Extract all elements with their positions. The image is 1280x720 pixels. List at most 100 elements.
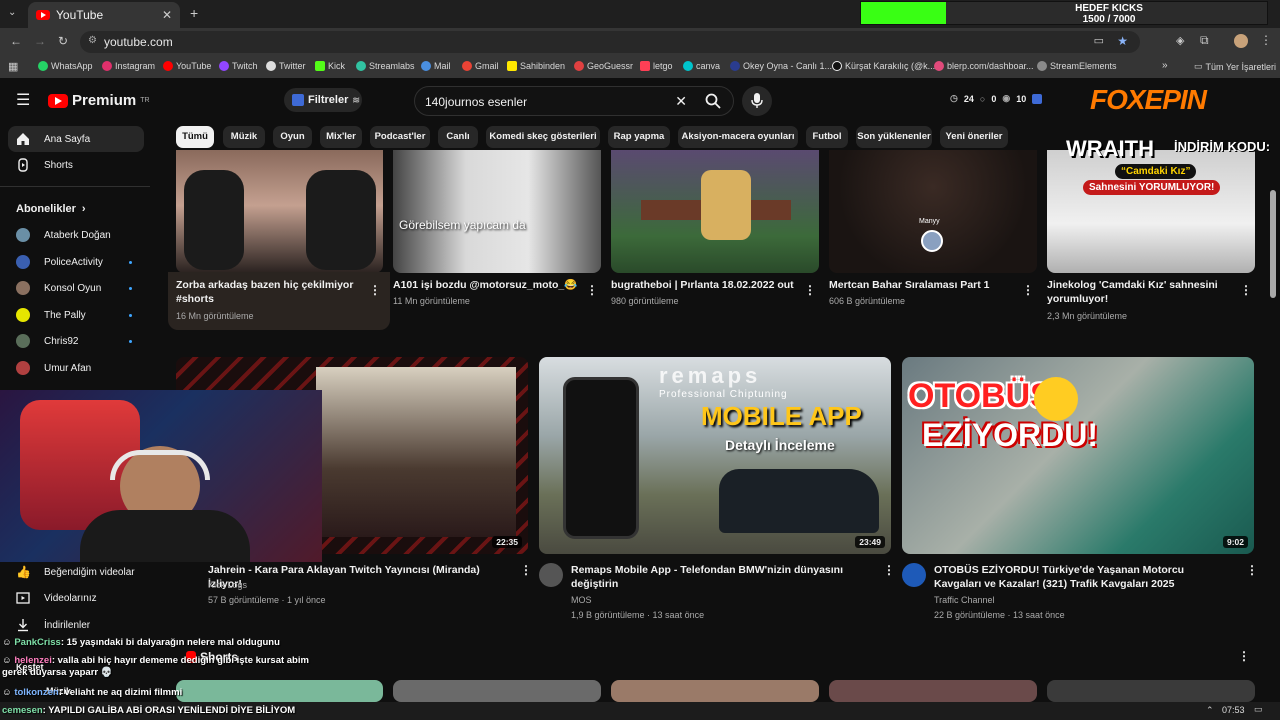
- bookmark-okey[interactable]: Okey Oyna - Canlı 1...: [730, 61, 832, 71]
- sidebar-sub-1[interactable]: Ataberk Doğan: [8, 222, 144, 248]
- taskbar-clock[interactable]: 07:53: [1222, 705, 1245, 715]
- video-thumbnail-7[interactable]: remaps Professional Chiptuning MOBILE AP…: [539, 357, 891, 554]
- forward-icon[interactable]: →: [34, 34, 46, 48]
- channel-avatar[interactable]: [539, 563, 563, 587]
- video-menu-icon[interactable]: ⋮: [520, 564, 532, 576]
- sidebar-sub-3[interactable]: Konsol Oyun: [8, 275, 144, 301]
- channel-name-7[interactable]: MOS: [571, 593, 592, 607]
- video-menu-icon[interactable]: ⋮: [883, 564, 895, 576]
- video-menu-icon[interactable]: ⋮: [1022, 284, 1034, 296]
- bookmark-streamelements[interactable]: StreamElements: [1037, 61, 1117, 71]
- search-input[interactable]: 140journos esenler ✕: [414, 86, 734, 116]
- video-menu-icon[interactable]: ⋮: [586, 284, 598, 296]
- all-bookmarks[interactable]: ▭ Tüm Yer İşaretleri: [1194, 61, 1276, 72]
- video-title-8[interactable]: OTOBÜS EZİYORDU! Türkiye'de Yaşanan Moto…: [934, 563, 1234, 591]
- video-thumbnail-4[interactable]: Manyy: [829, 150, 1037, 273]
- sidebar-item-downloads[interactable]: İndirilenler: [8, 612, 144, 638]
- bookmark-canva[interactable]: canva: [683, 61, 720, 71]
- video-title-3[interactable]: bugratheboi | Pırlanta 18.02.2022 out: [611, 278, 796, 292]
- clear-search-icon[interactable]: ✕: [675, 93, 687, 110]
- subscriptions-header[interactable]: Abonelikler ›: [8, 196, 144, 222]
- cast-icon[interactable]: ▭: [1094, 34, 1104, 47]
- extensions-icon[interactable]: ⧉: [1200, 33, 1209, 48]
- bookmark-whatsapp[interactable]: WhatsApp: [38, 61, 93, 71]
- video-thumbnail-2[interactable]: Görebilsem yapıcam da: [393, 150, 601, 273]
- new-tab-icon[interactable]: +: [190, 5, 198, 21]
- video-menu-icon[interactable]: ⋮: [804, 284, 816, 296]
- back-icon[interactable]: ←: [10, 34, 22, 48]
- bookmark-twitter[interactable]: Twitter: [266, 61, 306, 71]
- video-menu-icon[interactable]: ⋮: [1246, 564, 1258, 576]
- url-field[interactable]: ⚙ youtube.com ▭ ★: [80, 31, 1140, 53]
- apps-grid-icon[interactable]: ▦: [8, 60, 18, 73]
- sidebar-sub-2[interactable]: PoliceActivity: [8, 249, 144, 275]
- bookmark-gmail[interactable]: Gmail: [462, 61, 499, 71]
- sidebar-sub-6[interactable]: Umur Afan: [8, 355, 144, 381]
- profile-avatar[interactable]: [1234, 34, 1248, 48]
- video-thumbnail-1[interactable]: [176, 150, 383, 273]
- youtube-premium-logo[interactable]: Premium TR: [48, 92, 150, 109]
- bookmark-sahibinden[interactable]: Sahibinden: [507, 61, 565, 71]
- page-scrollbar-thumb[interactable]: [1270, 190, 1276, 298]
- bookmark-geoguessr[interactable]: GeoGuessr: [574, 61, 633, 71]
- channel-avatar[interactable]: [902, 563, 926, 587]
- chip-gaming[interactable]: Oyun: [273, 126, 312, 148]
- reload-icon[interactable]: ↻: [58, 34, 68, 48]
- sidebar-item-liked[interactable]: 👍 Beğendiğim videolar: [8, 559, 144, 585]
- bookmark-twitch[interactable]: Twitch: [219, 61, 258, 71]
- video-thumbnail-5[interactable]: “Camdaki Kız” Sahnesini YORUMLUYOR!: [1047, 150, 1255, 273]
- video-thumbnail-8[interactable]: OTOBÜS EZİYORDU! 9:02: [902, 357, 1254, 554]
- video-menu-icon[interactable]: ⋮: [1240, 284, 1252, 296]
- tab-youtube[interactable]: YouTube ✕: [28, 2, 180, 28]
- chip-mixes[interactable]: Mix'ler: [320, 126, 362, 148]
- chip-all[interactable]: Tümü: [176, 126, 214, 148]
- sidebar-item-shorts[interactable]: Shorts: [8, 152, 144, 178]
- bookmark-letgo[interactable]: letgo: [640, 61, 673, 71]
- more-bookmarks-icon[interactable]: »: [1162, 60, 1168, 71]
- video-title-4[interactable]: Mertcan Bahar Sıralaması Part 1: [829, 278, 1014, 292]
- search-icon[interactable]: [705, 93, 721, 109]
- video-menu-icon[interactable]: ⋮: [369, 284, 381, 296]
- bookmark-instagram[interactable]: Instagram: [102, 61, 155, 71]
- star-icon[interactable]: ★: [1117, 34, 1128, 48]
- video-title-6[interactable]: Jahrein - Kara Para Aklayan Twitch Yayın…: [208, 563, 508, 591]
- short-thumbnail-1[interactable]: [176, 680, 383, 702]
- sidebar-sub-4[interactable]: The Pally: [8, 302, 144, 328]
- chip-recently-uploaded[interactable]: Son yüklenenler: [856, 126, 932, 148]
- tray-chevron-icon[interactable]: ⌃: [1206, 705, 1214, 716]
- extension-shield-icon[interactable]: ◈: [1176, 34, 1184, 47]
- tab-list-chevron-icon[interactable]: ⌄: [8, 7, 16, 18]
- bookmark-tiktok[interactable]: Kürşat Karakılıç (@k...: [832, 61, 935, 71]
- video-thumbnail-3[interactable]: [611, 150, 819, 273]
- bookmark-youtube[interactable]: YouTube: [163, 61, 211, 71]
- video-title-1[interactable]: Zorba arkadaş bazen hiç çekilmiyor #shor…: [176, 278, 356, 306]
- bookmark-streamlabs[interactable]: Streamlabs: [356, 61, 415, 71]
- hamburger-menu-icon[interactable]: ☰: [16, 90, 30, 110]
- extension-icon[interactable]: [1032, 93, 1043, 104]
- filters-button[interactable]: Filtreler ≋: [284, 88, 362, 112]
- site-info-icon[interactable]: ⚙: [88, 35, 97, 46]
- short-thumbnail-3[interactable]: [611, 680, 819, 702]
- channel-name-8[interactable]: Traffic Channel: [934, 593, 995, 607]
- chip-podcasts[interactable]: Podcast'ler: [370, 126, 430, 148]
- short-thumbnail-5[interactable]: [1047, 680, 1255, 702]
- chip-comedy[interactable]: Komedi skeç gösterileri: [486, 126, 600, 148]
- chip-football[interactable]: Futbol: [806, 126, 848, 148]
- video-title-2[interactable]: A101 işi bozdu @motorsuz_moto_😂: [393, 278, 578, 292]
- chip-new-to-you[interactable]: Yeni öneriler: [940, 126, 1008, 148]
- tab-close-icon[interactable]: ✕: [162, 8, 172, 22]
- voice-search-button[interactable]: [742, 86, 772, 116]
- channel-name-6[interactable]: Kick Logs: [208, 578, 247, 592]
- chip-rap[interactable]: Rap yapma: [608, 126, 670, 148]
- notifications-icon[interactable]: ▭: [1254, 704, 1263, 715]
- bookmark-mail[interactable]: Mail: [421, 61, 451, 71]
- video-title-7[interactable]: Remaps Mobile App - Telefondan BMW'nizin…: [571, 563, 861, 591]
- short-thumbnail-2[interactable]: [393, 680, 601, 702]
- chip-action-adventure[interactable]: Aksiyon-macera oyunları: [678, 126, 798, 148]
- chip-music[interactable]: Müzik: [223, 126, 265, 148]
- sidebar-item-home[interactable]: Ana Sayfa: [8, 126, 144, 152]
- bookmark-kick[interactable]: Kick: [315, 61, 345, 71]
- bookmark-blerp[interactable]: blerp.com/dashboar...: [934, 61, 1034, 71]
- chip-live[interactable]: Canlı: [438, 126, 478, 148]
- short-thumbnail-4[interactable]: [829, 680, 1037, 702]
